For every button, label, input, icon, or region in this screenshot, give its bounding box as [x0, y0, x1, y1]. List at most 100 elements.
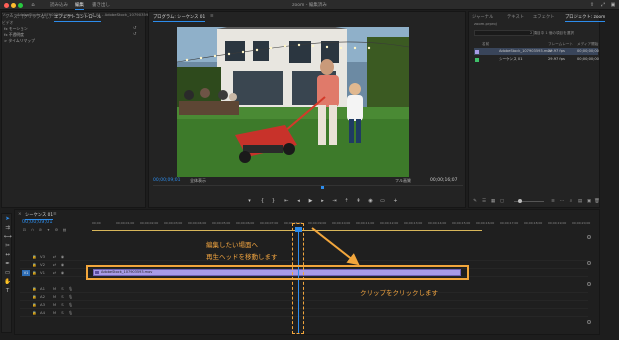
sync-lock-icon[interactable]: ⇄: [52, 254, 57, 259]
timeline-settings-icon[interactable]: ⚙: [54, 227, 59, 232]
mic-icon[interactable]: 🎙: [68, 302, 73, 307]
work-area-bar[interactable]: [92, 230, 482, 231]
go-to-out-icon[interactable]: ⇥: [331, 198, 338, 204]
mic-icon[interactable]: 🎙: [68, 286, 73, 291]
resolution-select[interactable]: フル画質: [395, 178, 411, 184]
track-label[interactable]: A1: [40, 286, 45, 291]
column-media-start[interactable]: メディア開始: [577, 42, 598, 47]
program-video-frame[interactable]: [177, 27, 409, 177]
track-label[interactable]: A4: [40, 310, 45, 315]
go-to-in-icon[interactable]: ⇤: [283, 198, 290, 204]
effect-time-remap[interactable]: > タイムリマップ: [4, 38, 35, 44]
step-back-icon[interactable]: ◂: [295, 198, 302, 204]
track-a2[interactable]: 🔒 A2 M S 🎙: [20, 293, 588, 301]
panel-menu-icon[interactable]: ≡: [53, 212, 57, 217]
solo-icon[interactable]: S: [60, 310, 65, 315]
tab-text[interactable]: テキスト: [507, 14, 524, 20]
sort-icon[interactable]: ≡: [550, 199, 556, 204]
program-current-timecode[interactable]: 00;00;09;01: [153, 178, 180, 183]
comparison-icon[interactable]: ▭: [379, 198, 386, 204]
track-a3[interactable]: 🔒 A3 M S 🎙: [20, 301, 588, 309]
play-icon[interactable]: ▶: [307, 198, 314, 204]
in-point-icon[interactable]: {: [259, 198, 266, 204]
track-select-tool-icon[interactable]: ⇉: [4, 225, 11, 232]
add-icon[interactable]: +: [392, 198, 399, 204]
project-item-sequence[interactable]: シーケンス 01 29.97 fps 00;00;00;00: [474, 56, 599, 63]
ripple-edit-tool-icon[interactable]: ⟷: [4, 234, 12, 241]
automate-icon[interactable]: ⋯: [559, 199, 565, 204]
share-icon[interactable]: ⇪: [589, 2, 595, 8]
eye-icon[interactable]: ◉: [60, 262, 65, 267]
close-sequence-icon[interactable]: ×: [18, 212, 22, 217]
reset-icon[interactable]: ↺: [133, 26, 137, 30]
solo-icon[interactable]: S: [60, 294, 65, 299]
icon-view-icon[interactable]: ▦: [490, 199, 496, 204]
program-playhead[interactable]: [321, 186, 324, 189]
mic-icon[interactable]: 🎙: [68, 310, 73, 315]
project-search-input[interactable]: [474, 30, 534, 36]
solo-icon[interactable]: S: [60, 302, 65, 307]
track-lock-icon[interactable]: 🔒: [32, 294, 37, 299]
scroll-handle[interactable]: [587, 235, 591, 239]
mute-icon[interactable]: M: [52, 294, 57, 299]
column-name[interactable]: 名前: [482, 42, 489, 47]
program-mini-timeline[interactable]: [153, 185, 463, 191]
track-v3[interactable]: 🔒 V3 ⇄ ◉: [20, 253, 588, 261]
solo-icon[interactable]: S: [60, 286, 65, 291]
tab-program[interactable]: プログラム: シーケンス 01: [153, 14, 206, 22]
hand-tool-icon[interactable]: ✋: [4, 279, 11, 286]
add-marker-icon[interactable]: ▾: [46, 227, 51, 232]
step-forward-icon[interactable]: ▸: [319, 198, 326, 204]
track-lock-icon[interactable]: 🔒: [32, 262, 37, 267]
track-lock-icon[interactable]: 🔒: [32, 254, 37, 259]
captions-icon[interactable]: ▤: [62, 227, 67, 232]
fullscreen-icon[interactable]: ⤢: [600, 2, 606, 8]
panel-menu-icon[interactable]: ≡: [210, 14, 214, 19]
track-lock-icon[interactable]: 🔒: [32, 310, 37, 315]
track-label[interactable]: V1: [40, 270, 45, 275]
track-lock-icon[interactable]: 🔒: [32, 270, 37, 275]
sync-lock-icon[interactable]: ⇄: [52, 270, 57, 275]
zoom-level-select[interactable]: 全体表示: [190, 178, 206, 184]
mute-icon[interactable]: M: [52, 302, 57, 307]
extract-icon[interactable]: ⇞: [355, 198, 362, 204]
linked-selection-icon[interactable]: ⊘: [38, 227, 43, 232]
mute-icon[interactable]: M: [52, 286, 57, 291]
freeform-view-icon[interactable]: ▢: [499, 199, 505, 204]
track-label[interactable]: A2: [40, 294, 45, 299]
lift-icon[interactable]: ⇡: [343, 198, 350, 204]
rectangle-tool-icon[interactable]: ▭: [4, 270, 11, 277]
new-bin-icon[interactable]: ▤: [577, 199, 583, 204]
eye-icon[interactable]: ◉: [60, 270, 65, 275]
track-label[interactable]: A3: [40, 302, 45, 307]
track-label[interactable]: V2: [40, 262, 45, 267]
tab-project[interactable]: プロジェクト: zoom: [565, 14, 606, 22]
razor-tool-icon[interactable]: ✂: [4, 243, 11, 250]
search-icon[interactable]: ⌕: [568, 199, 574, 204]
tab-sequence[interactable]: シーケンス 01: [25, 212, 54, 220]
tab-effects[interactable]: エフェクト: [533, 14, 554, 20]
slip-tool-icon[interactable]: ↔: [4, 252, 11, 259]
scroll-handle[interactable]: [587, 261, 591, 265]
panel-icon[interactable]: ▣: [610, 2, 616, 8]
source-patch-v1[interactable]: V1: [22, 270, 30, 276]
tab-journal[interactable]: ジャーナル: [472, 14, 493, 20]
mic-icon[interactable]: 🎙: [68, 294, 73, 299]
track-lock-icon[interactable]: 🔒: [32, 286, 37, 291]
selection-tool-icon[interactable]: ➤: [4, 216, 11, 223]
track-lock-icon[interactable]: 🔒: [32, 302, 37, 307]
scroll-handle[interactable]: [587, 282, 591, 286]
track-a1[interactable]: 🔒 A1 M S 🎙: [20, 285, 588, 293]
mute-icon[interactable]: M: [52, 310, 57, 315]
track-a4[interactable]: 🔒 A4 M S 🎙: [20, 309, 588, 317]
timeline-ruler[interactable]: 00;00 00;00;01;00 00;00;02;00 00;00;03;00 00…: [92, 221, 590, 230]
eye-icon[interactable]: ◉: [60, 254, 65, 259]
project-item-clip[interactable]: AdobeStock_107903593.mov 29.97 fps 00;00…: [474, 48, 599, 55]
trash-icon[interactable]: 🗑: [594, 199, 600, 204]
reset-icon[interactable]: ↺: [133, 32, 137, 36]
type-tool-icon[interactable]: T: [4, 288, 11, 295]
pen-tool-icon[interactable]: ✒: [4, 261, 11, 268]
pencil-icon[interactable]: ✎: [472, 199, 478, 204]
list-view-icon[interactable]: ☰: [481, 199, 487, 204]
scroll-handle[interactable]: [587, 320, 591, 324]
